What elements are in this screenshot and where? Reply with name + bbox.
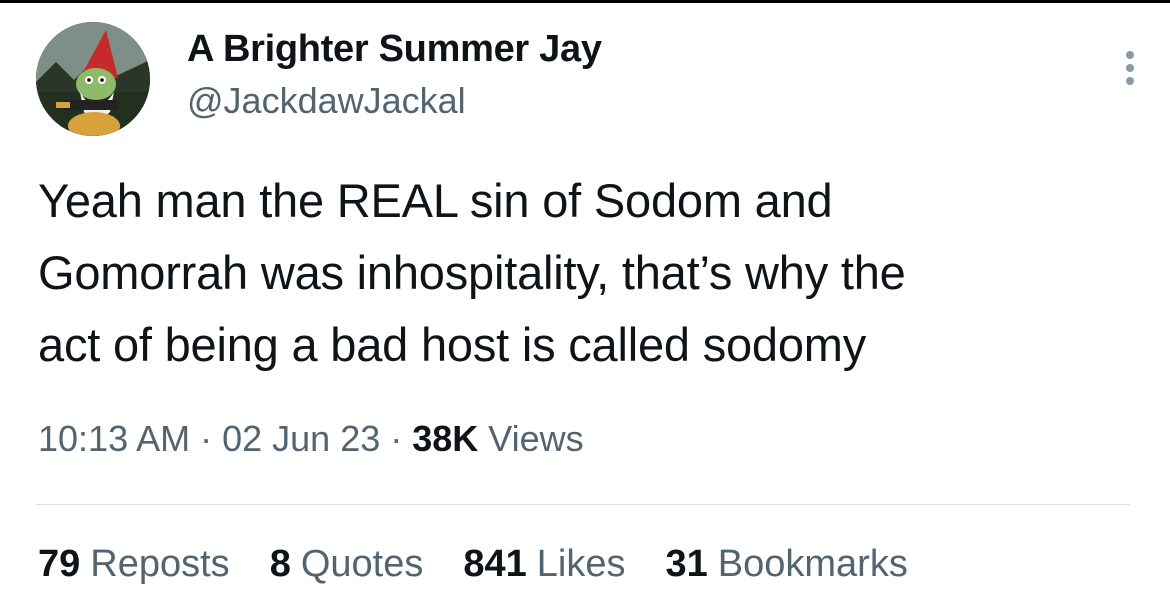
tweet-time[interactable]: 10:13 AM [38, 418, 190, 459]
reposts-stat[interactable]: 79 Reposts [38, 543, 230, 586]
quotes-label: Quotes [300, 543, 424, 585]
author-handle[interactable]: @JackdawJackal [187, 80, 466, 122]
author-display-name[interactable]: A Brighter Summer Jay [187, 28, 602, 71]
avatar[interactable] [36, 22, 150, 136]
more-options-button[interactable] [1112, 44, 1148, 92]
reposts-count: 79 [38, 543, 81, 585]
engagement-stats: 79 Reposts 8 Quotes 841 Likes 31 Bookmarks [38, 543, 908, 586]
likes-count: 841 [463, 543, 527, 585]
divider [36, 504, 1130, 505]
tweet-text: Yeah man the REAL sin of Sodom and Gomor… [38, 165, 1138, 381]
more-dots-icon [1126, 64, 1134, 72]
views-label[interactable]: Views [478, 418, 583, 459]
likes-label: Likes [536, 543, 626, 585]
tweet-meta: 10:13 AM · 02 Jun 23 · 38K Views [38, 418, 584, 460]
quotes-count: 8 [269, 543, 291, 585]
tweet-text-line: Yeah man the REAL sin of Sodom and [38, 174, 833, 227]
views-count[interactable]: 38K [412, 418, 478, 459]
tweet-text-line: act of being a bad host is called sodomy [38, 318, 867, 371]
more-dots-icon [1126, 77, 1134, 85]
top-border [0, 0, 1170, 3]
bookmarks-label: Bookmarks [717, 543, 908, 585]
meta-separator: · [190, 418, 223, 459]
reposts-label: Reposts [90, 543, 230, 585]
tweet-text-line: Gomorrah was inhospitality, that’s why t… [38, 246, 906, 299]
likes-stat[interactable]: 841 Likes [463, 543, 625, 586]
quotes-stat[interactable]: 8 Quotes [270, 543, 424, 586]
tweet-date[interactable]: 02 Jun 23 [222, 418, 380, 459]
gnome-avatar-icon [36, 22, 150, 136]
bookmarks-count: 31 [665, 543, 708, 585]
more-dots-icon [1126, 51, 1134, 59]
bookmarks-stat[interactable]: 31 Bookmarks [665, 543, 907, 586]
meta-separator: · [380, 418, 413, 459]
